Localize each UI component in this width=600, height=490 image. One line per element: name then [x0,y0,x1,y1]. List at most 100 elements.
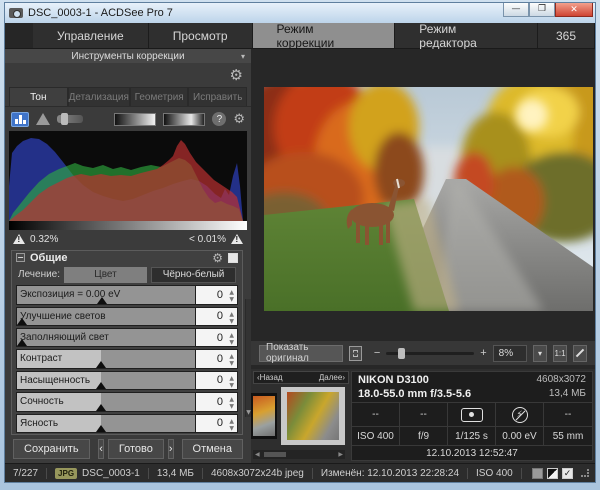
next-image-button[interactable]: › [168,439,174,459]
general-group: − Общие ⚙ Лечение: Цвет Чёрно-белый Эксп… [11,250,243,435]
chevron-down-icon: ▾ [241,52,245,61]
minimize-button[interactable]: — [503,3,529,17]
save-button[interactable]: Сохранить [13,439,90,459]
slider-handle[interactable] [17,318,27,325]
tab-detail[interactable]: Детализация [68,87,130,106]
prev-image-button[interactable]: ‹ [98,439,104,459]
slider-exposure[interactable]: Экспозиция = 0.00 eV 0▲▼ [16,285,238,304]
histogram-icon[interactable] [11,112,29,127]
collapse-icon[interactable]: − [16,253,25,262]
filmstrip-forward-button[interactable]: Далее› [319,373,345,382]
histogram-gear-icon[interactable]: ⚙ [233,113,245,126]
exposure-warning-icon[interactable] [36,113,50,125]
tab-geometry[interactable]: Геометрия [130,87,189,106]
thumbnail-current[interactable] [281,387,345,445]
zoom-slider[interactable] [386,352,474,355]
slider-value-input[interactable]: 0▲▼ [195,308,237,325]
tab-tone[interactable]: Тон [9,87,68,106]
tab-repair[interactable]: Исправить [188,87,247,106]
zoom-dropdown-button[interactable]: ▾ [533,345,547,362]
slider-fill-light[interactable]: Заполняющий свет 0▲▼ [16,328,238,347]
gradient-linear-icon[interactable] [114,113,156,126]
highlight-clip-value: < 0.01% [189,234,226,245]
slider-contrast[interactable]: Контраст 0▲▼ [16,349,238,368]
slider-value-input[interactable]: 0▲▼ [195,393,237,410]
status-check-icon[interactable]: ✓ [562,468,573,479]
status-square-icon[interactable] [532,468,543,479]
filmstrip-scrollbar[interactable]: ◀ ▶ [253,450,345,459]
slider-value-input[interactable]: 0▲▼ [195,350,237,367]
filmstrip-back-button[interactable]: ‹Назад [257,373,283,382]
zoom-level-select[interactable]: 8% [493,345,527,362]
slider-handle[interactable] [96,425,106,432]
zoom-out-button[interactable]: − [374,347,380,359]
group-enabled-checkbox[interactable] [228,253,238,263]
scroll-right-icon[interactable]: ▶ [338,451,343,458]
tone-gradient-strip [9,221,247,230]
zoom-in-button[interactable]: + [480,347,486,359]
develop-actions: Сохранить ‹ Готово › Отмена [5,435,251,463]
cancel-button[interactable]: Отмена [182,439,243,459]
scrollbar-thumb[interactable] [264,452,286,457]
spinner-icon[interactable]: ▲▼ [229,353,234,367]
slider-highlight-enhancement[interactable]: Улучшение светов 0▲▼ [16,307,238,326]
maximize-button[interactable]: ❐ [529,3,555,17]
slider-saturation[interactable]: Насыщенность 0▲▼ [16,371,238,390]
done-button[interactable]: Готово [108,439,164,459]
status-contrast-icon[interactable] [547,468,558,479]
zoom-slider-handle[interactable] [398,348,405,359]
tab-view[interactable]: Просмотр [149,23,253,48]
photo-preview[interactable] [264,87,593,311]
exif-dimensions: 4608x3072 [537,374,587,386]
tab-develop[interactable]: Режим коррекции [253,23,396,48]
gradient-radial-icon[interactable] [163,113,205,126]
resize-grip[interactable] [581,469,589,477]
fit-image-icon[interactable] [349,346,361,361]
spinner-icon[interactable]: ▲▼ [229,332,234,346]
actual-size-button[interactable]: 1:1 [553,345,567,362]
slider-label: Контраст [20,353,62,364]
spinner-icon[interactable]: ▲▼ [229,418,234,432]
slider-value-input[interactable]: 0▲▼ [195,415,237,432]
slider-clarity[interactable]: Ясность 0▲▼ [16,414,238,433]
viewer-toolbar: Показать оригинал − + 8% ▾ 1:1 [251,341,595,365]
group-gear-icon[interactable]: ⚙ [212,252,223,264]
highlight-clip-warning-icon[interactable] [231,234,243,244]
slider-value-input[interactable]: 0▲▼ [195,286,237,303]
spinner-icon[interactable]: ▲▼ [229,289,234,303]
close-button[interactable]: ✕ [555,3,593,17]
show-original-button[interactable]: Показать оригинал [259,345,343,362]
shadow-clip-warning-icon[interactable] [13,234,25,244]
slider-value-input[interactable]: 0▲▼ [195,329,237,346]
slider-handle[interactable] [97,297,107,304]
spinner-icon[interactable]: ▲▼ [229,396,234,410]
tab-edit[interactable]: Режим редактора [395,23,538,48]
scroll-left-icon[interactable]: ◀ [255,451,260,458]
slider-handle[interactable] [96,382,106,389]
develop-tools-panel: Инструменты коррекции ▾ ⚙ Тон Детализаци… [5,49,251,463]
slider-handle[interactable] [96,361,106,368]
slider-label: Насыщенность [20,375,90,386]
pan-tool-button[interactable] [573,345,587,362]
bw-mode-button[interactable]: Чёрно-белый [151,267,236,283]
histogram[interactable] [9,131,247,221]
exif-lens: 18.0-55.0 mm f/3.5-5.6 [358,388,471,400]
panel-header[interactable]: Инструменты коррекции ▾ [5,49,251,63]
thumbnail-previous[interactable] [251,393,277,439]
slider-handle[interactable] [96,404,106,411]
exif-ev: 0.00 eV [496,427,544,446]
slider-value-input[interactable]: 0▲▼ [195,372,237,389]
spinner-icon[interactable]: ▲▼ [229,311,234,325]
file-format-badge: JPG [55,468,77,479]
tab-365[interactable]: 365 [538,23,595,48]
color-mode-button[interactable]: Цвет [64,267,147,283]
slider-handle[interactable] [17,339,27,346]
help-icon[interactable]: ? [212,112,226,126]
slider-label: Ясность [20,418,58,429]
sliders-icon[interactable] [57,115,83,123]
exif-aperture: f/9 [400,427,448,446]
slider-vibrance[interactable]: Сочность 0▲▼ [16,392,238,411]
settings-gear-icon[interactable]: ⚙ [230,68,243,83]
tab-manage[interactable]: Управление [33,23,149,48]
spinner-icon[interactable]: ▲▼ [229,375,234,389]
